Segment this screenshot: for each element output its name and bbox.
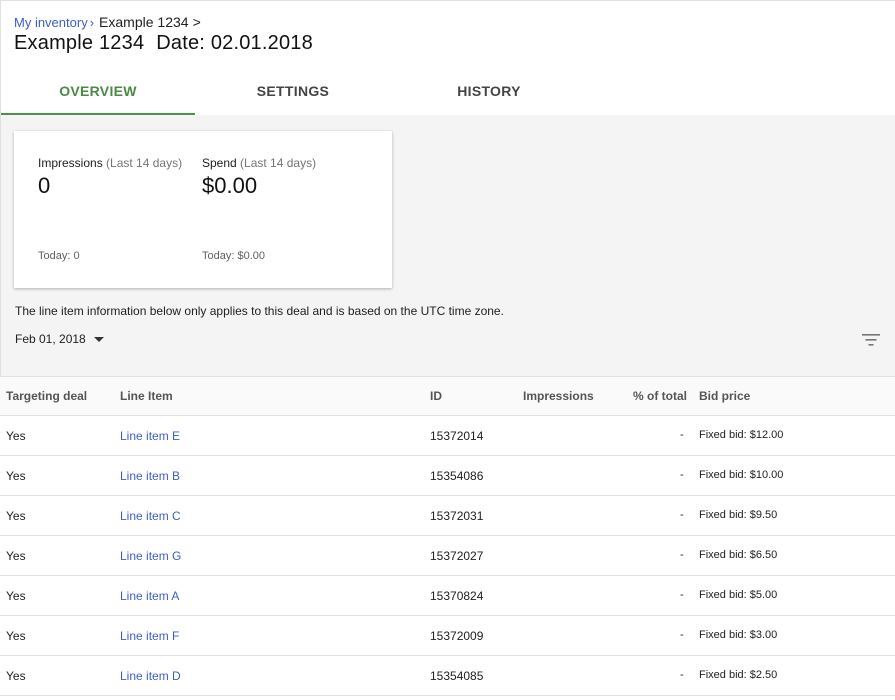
percent-cell: - [680, 629, 684, 641]
line-items-table: Targeting deal Line Item ID Impressions … [0, 376, 895, 696]
table-row: Yes Line item A 15370824 - Fixed bid: $5… [0, 576, 895, 616]
line-item-link[interactable]: Line item F [120, 629, 179, 643]
targeting-deal-cell: Yes [6, 589, 26, 603]
percent-cell: - [680, 669, 684, 681]
id-cell: 15372027 [430, 549, 484, 563]
arrow-drop-down-icon [93, 336, 104, 342]
id-cell: 15354086 [430, 469, 484, 483]
tab-overview[interactable]: OVERVIEW [1, 69, 195, 115]
spend-label-text: Spend [202, 156, 237, 170]
line-item-link[interactable]: Line item E [120, 429, 180, 443]
bid-price-cell: Fixed bid: $6.50 [699, 549, 778, 561]
table-row: Yes Line item G 15372027 - Fixed bid: $6… [0, 536, 895, 576]
id-cell: 15372009 [430, 629, 484, 643]
table-row: Yes Line item C 15372031 - Fixed bid: $9… [0, 496, 895, 536]
percent-cell: - [680, 469, 684, 481]
line-item-link[interactable]: Line item A [120, 589, 179, 603]
tab-settings[interactable]: SETTINGS [195, 69, 391, 115]
targeting-deal-cell: Yes [6, 669, 26, 683]
targeting-deal-cell: Yes [6, 429, 26, 443]
bid-price-cell: Fixed bid: $10.00 [699, 469, 784, 481]
breadcrumb-separator: > [192, 14, 201, 30]
breadcrumb-my-inventory-link[interactable]: My inventory [14, 15, 88, 30]
tab-history[interactable]: HISTORY [391, 69, 587, 115]
percent-cell: - [680, 509, 684, 521]
percent-cell: - [680, 589, 684, 601]
table-row: Yes Line item B 15354086 - Fixed bid: $1… [0, 456, 895, 496]
id-cell: 15372031 [430, 509, 484, 523]
table-header: Targeting deal Line Item ID Impressions … [0, 376, 895, 416]
bid-price-cell: Fixed bid: $12.00 [699, 429, 784, 441]
overview-panel: Impressions (Last 14 days) 0 Spend (Last… [0, 115, 895, 376]
column-header-line-item[interactable]: Line Item [120, 389, 173, 403]
bid-price-cell: Fixed bid: $3.00 [699, 629, 778, 641]
percent-cell: - [680, 429, 684, 441]
column-header-bid-price[interactable]: Bid price [699, 389, 750, 403]
page-header: My inventory › Example 1234 > Example 1234 D… [0, 0, 895, 116]
breadcrumb-current: Example 1234 [99, 14, 189, 30]
spend-value: $0.00 [202, 173, 258, 198]
id-cell: 15354085 [430, 669, 484, 683]
bid-price-cell: Fixed bid: $9.50 [699, 509, 778, 521]
percent-cell: - [680, 549, 684, 561]
spend-metric: Spend (Last 14 days) $0.00 [202, 156, 316, 199]
column-header-percent-of-total[interactable]: % of total [633, 389, 687, 403]
id-cell: 15372014 [430, 429, 484, 443]
table-row: Yes Line item F 15372009 - Fixed bid: $3… [0, 616, 895, 656]
spend-label: Spend (Last 14 days) [202, 156, 316, 170]
filter-list-icon[interactable] [862, 333, 880, 347]
breadcrumb-separator: › [89, 15, 95, 30]
line-item-link[interactable]: Line item D [120, 669, 181, 683]
date-dropdown[interactable]: Feb 01, 2018 [15, 332, 104, 346]
impressions-label-text: Impressions [38, 156, 103, 170]
spend-period: (Last 14 days) [240, 156, 317, 170]
bid-price-cell: Fixed bid: $5.00 [699, 589, 778, 601]
summary-card: Impressions (Last 14 days) 0 Spend (Last… [14, 131, 392, 288]
targeting-deal-cell: Yes [6, 629, 26, 643]
page-title-name: Example 1234 [14, 32, 145, 54]
impressions-label: Impressions (Last 14 days) [38, 156, 182, 170]
bid-price-cell: Fixed bid: $2.50 [699, 669, 778, 681]
impressions-metric: Impressions (Last 14 days) 0 [38, 156, 182, 199]
page-title-date: Date: 02.01.2018 [156, 32, 313, 54]
id-cell: 15370824 [430, 589, 484, 603]
page-title: Example 1234 Date: 02.01.2018 [14, 32, 313, 55]
impressions-period: (Last 14 days) [106, 156, 183, 170]
line-item-link[interactable]: Line item C [120, 509, 181, 523]
column-header-impressions[interactable]: Impressions [523, 389, 594, 403]
spend-today: Today: $0.00 [202, 250, 265, 262]
column-header-id[interactable]: ID [430, 389, 442, 403]
breadcrumb: My inventory › Example 1234 > [14, 14, 201, 30]
table-row: Yes Line item E 15372014 - Fixed bid: $1… [0, 416, 895, 456]
line-item-link[interactable]: Line item B [120, 469, 180, 483]
targeting-deal-cell: Yes [6, 549, 26, 563]
timezone-info-text: The line item information below only app… [15, 304, 504, 318]
tab-bar: OVERVIEW SETTINGS HISTORY [1, 69, 895, 116]
targeting-deal-cell: Yes [6, 509, 26, 523]
table-row: Yes Line item D 15354085 - Fixed bid: $2… [0, 656, 895, 696]
line-item-link[interactable]: Line item G [120, 549, 181, 563]
date-dropdown-value: Feb 01, 2018 [15, 332, 86, 346]
targeting-deal-cell: Yes [6, 469, 26, 483]
impressions-value: 0 [38, 173, 51, 198]
impressions-today: Today: 0 [38, 250, 80, 262]
column-header-targeting-deal[interactable]: Targeting deal [6, 389, 87, 403]
